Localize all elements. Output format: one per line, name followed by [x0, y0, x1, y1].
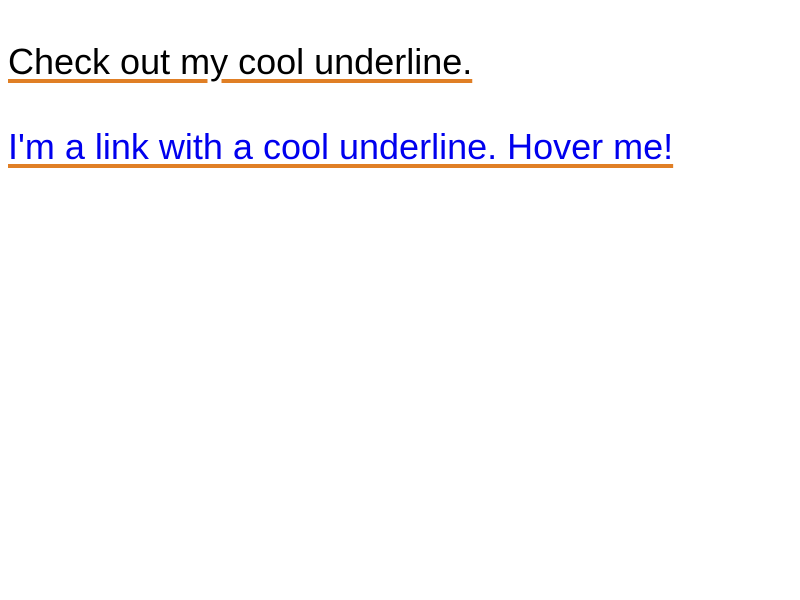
- underlined-text: Check out my cool underline.: [8, 44, 472, 80]
- underlined-link-label: I'm a link with a cool underline. Hover …: [8, 126, 674, 167]
- underlined-link[interactable]: I'm a link with a cool underline. Hover …: [8, 129, 673, 165]
- underlined-text-label: Check out my cool underline.: [8, 41, 473, 82]
